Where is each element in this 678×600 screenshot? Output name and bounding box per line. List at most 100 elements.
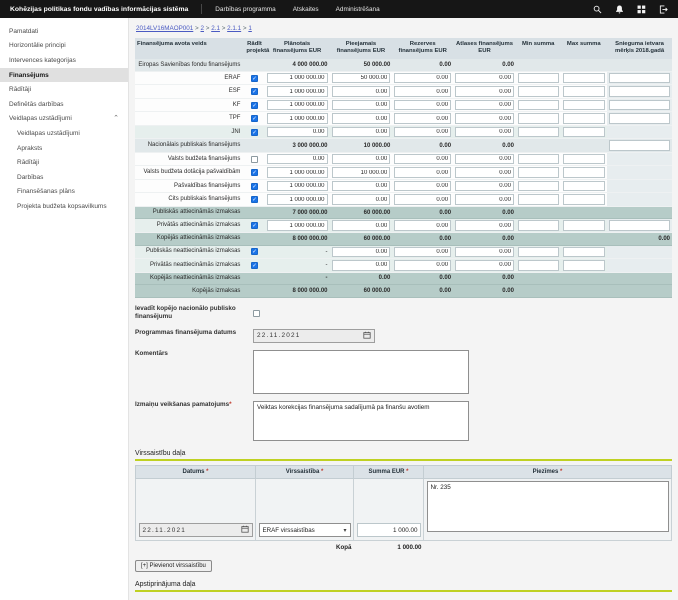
min-summa-input[interactable] xyxy=(518,194,559,205)
sidebar-item[interactable]: Pamatdati xyxy=(0,24,128,39)
amount-input[interactable] xyxy=(267,220,328,231)
amount-input[interactable] xyxy=(394,181,451,192)
amount-input[interactable] xyxy=(455,100,514,111)
app-switcher-grid-icon[interactable] xyxy=(637,5,646,14)
amount-input[interactable] xyxy=(332,86,391,97)
amount-input[interactable] xyxy=(455,113,514,124)
amount-input[interactable] xyxy=(394,73,451,84)
amount-input[interactable] xyxy=(332,167,391,178)
max-summa-input[interactable] xyxy=(563,167,606,178)
amount-input[interactable] xyxy=(609,220,670,231)
piezimes-textarea[interactable]: Nr. 235 xyxy=(427,481,669,532)
row-checkbox[interactable]: ✓ xyxy=(251,102,258,109)
min-summa-input[interactable] xyxy=(518,73,559,84)
amount-input[interactable] xyxy=(332,113,391,124)
amount-input[interactable] xyxy=(394,194,451,205)
search-icon[interactable] xyxy=(593,5,602,14)
amount-input[interactable] xyxy=(332,220,391,231)
amount-input[interactable] xyxy=(394,127,451,138)
amount-input[interactable] xyxy=(267,194,328,205)
amount-input[interactable] xyxy=(267,154,328,165)
max-summa-input[interactable] xyxy=(563,127,606,138)
sidebar-item[interactable]: Projekta budžeta kopsavilkums xyxy=(0,199,128,214)
amount-input[interactable] xyxy=(267,100,328,111)
logout-icon[interactable] xyxy=(659,5,668,14)
min-summa-input[interactable] xyxy=(518,86,559,97)
amount-input[interactable] xyxy=(609,140,670,151)
amount-input[interactable] xyxy=(609,100,670,111)
min-summa-input[interactable] xyxy=(518,181,559,192)
amount-input[interactable] xyxy=(332,100,391,111)
row-checkbox[interactable]: ✓ xyxy=(251,262,258,269)
breadcrumb-link[interactable]: 2.1 xyxy=(211,25,220,32)
amount-input[interactable] xyxy=(394,86,451,97)
max-summa-input[interactable] xyxy=(563,247,606,258)
amount-input[interactable] xyxy=(332,154,391,165)
sidebar-item[interactable]: Horizontālie principi xyxy=(0,39,128,54)
amount-input[interactable] xyxy=(394,247,451,258)
virssaistiba-date-input[interactable]: 22.11.2021 xyxy=(139,523,253,537)
amount-input[interactable] xyxy=(267,167,328,178)
min-summa-input[interactable] xyxy=(518,260,559,271)
amount-input[interactable] xyxy=(394,113,451,124)
amount-input[interactable] xyxy=(609,86,670,97)
amount-input[interactable] xyxy=(332,194,391,205)
sidebar-item[interactable]: Veidlapas uzstādījumi xyxy=(0,126,128,141)
sidebar-item[interactable]: Apraksts xyxy=(0,141,128,156)
topbar-menu-item[interactable]: Administrēšana xyxy=(336,6,380,13)
amount-input[interactable] xyxy=(394,167,451,178)
row-checkbox[interactable]: ✓ xyxy=(251,129,258,136)
sidebar-item[interactable]: Finansēšanas plāns xyxy=(0,185,128,200)
add-virssaistiba-button[interactable]: [+] Pievienot virssaistību xyxy=(135,560,212,572)
amount-input[interactable] xyxy=(332,127,391,138)
comment-textarea[interactable] xyxy=(253,350,469,394)
sidebar-item[interactable]: Finansējums xyxy=(0,68,128,83)
min-summa-input[interactable] xyxy=(518,220,559,231)
amount-input[interactable] xyxy=(332,181,391,192)
virssaistiba-select[interactable]: ERAF virssaistības ▾ xyxy=(259,523,351,537)
amount-input[interactable] xyxy=(332,247,391,258)
sidebar-item[interactable]: Rādītāji xyxy=(0,82,128,97)
amount-input[interactable] xyxy=(394,154,451,165)
min-summa-input[interactable] xyxy=(518,127,559,138)
amount-input[interactable] xyxy=(455,194,514,205)
topbar-menu-item[interactable]: Darbības programma xyxy=(215,6,275,13)
reason-textarea[interactable]: Veiktas korekcijas finansējuma sadalījum… xyxy=(253,401,469,441)
row-checkbox[interactable]: ✓ xyxy=(251,183,258,190)
amount-input[interactable] xyxy=(455,247,514,258)
row-checkbox[interactable]: ✓ xyxy=(251,75,258,82)
sidebar-item[interactable]: Intervences kategorijas xyxy=(0,53,128,68)
max-summa-input[interactable] xyxy=(563,100,606,111)
sidebar-item[interactable]: Veidlapas uzstādījumi⌃ xyxy=(0,112,128,127)
row-checkbox[interactable]: ✓ xyxy=(251,196,258,203)
amount-input[interactable] xyxy=(332,260,391,271)
amount-input[interactable] xyxy=(267,86,328,97)
row-checkbox[interactable] xyxy=(251,156,258,163)
row-checkbox[interactable]: ✓ xyxy=(251,248,258,255)
amount-input[interactable] xyxy=(267,181,328,192)
amount-input[interactable] xyxy=(609,73,670,84)
amount-input[interactable] xyxy=(455,181,514,192)
row-checkbox[interactable]: ✓ xyxy=(251,88,258,95)
amount-input[interactable] xyxy=(332,73,391,84)
amount-input[interactable] xyxy=(455,220,514,231)
row-checkbox[interactable]: ✓ xyxy=(251,169,258,176)
max-summa-input[interactable] xyxy=(563,113,606,124)
amount-input[interactable] xyxy=(455,154,514,165)
amount-input[interactable] xyxy=(267,73,328,84)
amount-input[interactable] xyxy=(267,113,328,124)
row-checkbox[interactable]: ✓ xyxy=(251,222,258,229)
min-summa-input[interactable] xyxy=(518,167,559,178)
amount-input[interactable] xyxy=(455,86,514,97)
amount-input[interactable] xyxy=(455,127,514,138)
breadcrumb-link[interactable]: 1 xyxy=(248,25,252,32)
sidebar-item[interactable]: Definētās darbības xyxy=(0,97,128,112)
max-summa-input[interactable] xyxy=(563,220,606,231)
amount-input[interactable] xyxy=(455,167,514,178)
amount-input[interactable] xyxy=(394,220,451,231)
topbar-menu-item[interactable]: Atskaites xyxy=(293,6,319,13)
min-summa-input[interactable] xyxy=(518,247,559,258)
min-summa-input[interactable] xyxy=(518,100,559,111)
max-summa-input[interactable] xyxy=(563,260,606,271)
min-summa-input[interactable] xyxy=(518,113,559,124)
